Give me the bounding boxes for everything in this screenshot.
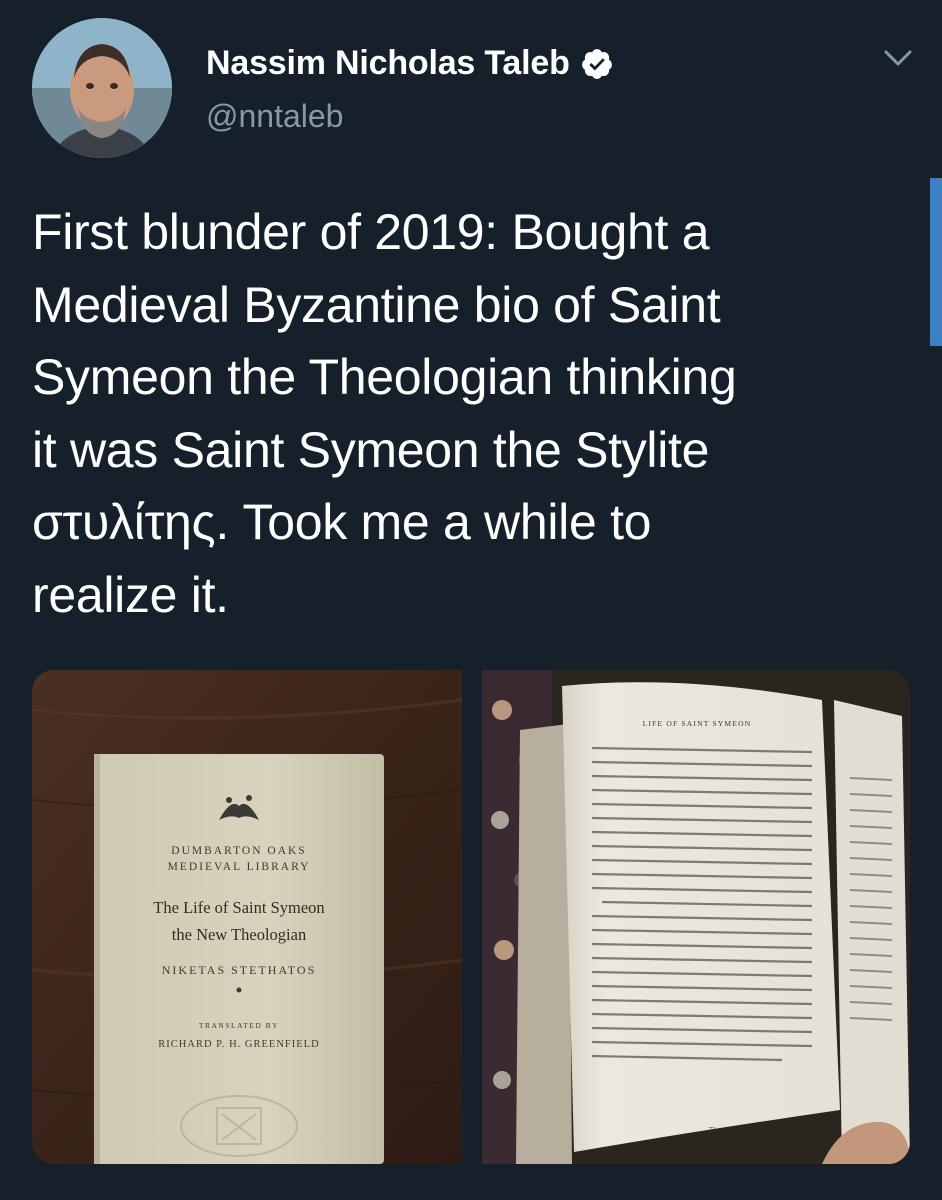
- author-handle[interactable]: @nntaleb: [206, 98, 343, 135]
- tweet-text-line: it was Saint Symeon the Stylite: [32, 421, 710, 478]
- tweet-header: Nassim Nicholas Taleb @nntaleb: [0, 0, 942, 170]
- chevron-down-icon[interactable]: [880, 44, 916, 72]
- book-translator: RICHARD P. H. GREENFIELD: [158, 1039, 319, 1050]
- profile-photo-icon: [32, 18, 172, 158]
- media-photo-open-page[interactable]: LIFE OF SAINT SYMEON 73: [482, 670, 910, 1164]
- tweet-text-line: realize it.: [32, 566, 229, 623]
- tweet-text-line: Symeon the Theologian thinking: [32, 349, 737, 406]
- scrollbar-thumb[interactable]: [930, 178, 942, 346]
- book-series-line1: DUMBARTON OAKS: [171, 845, 306, 857]
- book-cover-photo: DUMBARTON OAKS MEDIEVAL LIBRARY The Life…: [32, 670, 462, 1164]
- page-running-head: LIFE OF SAINT SYMEON: [643, 719, 752, 728]
- book-author: NIKETAS STETHATOS: [162, 963, 317, 977]
- page-number: 73: [709, 1126, 717, 1134]
- avatar[interactable]: [32, 18, 172, 158]
- tweet-text-line: First blunder of 2019: Bought a: [32, 204, 710, 260]
- book-title-line1: The Life of Saint Symeon: [153, 898, 324, 917]
- book-series-line2: MEDIEVAL LIBRARY: [168, 861, 311, 873]
- author-display-name[interactable]: Nassim Nicholas Taleb: [206, 44, 570, 83]
- tweet-text-line: στυλίτης. Took me a while to: [32, 494, 652, 551]
- book-title-line2: the New Theologian: [172, 925, 306, 944]
- author-name-row[interactable]: Nassim Nicholas Taleb: [206, 44, 614, 83]
- verified-badge-icon: [581, 48, 612, 79]
- open-book-photo: LIFE OF SAINT SYMEON 73: [482, 670, 910, 1164]
- media-photo-book-cover[interactable]: DUMBARTON OAKS MEDIEVAL LIBRARY The Life…: [32, 670, 462, 1164]
- book-translated-by: TRANSLATED BY: [199, 1021, 279, 1030]
- tweet-media: DUMBARTON OAKS MEDIEVAL LIBRARY The Life…: [32, 670, 910, 1164]
- tweet-text: First blunder of 2019: Bought a Medieval…: [32, 196, 912, 632]
- tweet-text-line: Medieval Byzantine bio of Saint: [32, 276, 721, 333]
